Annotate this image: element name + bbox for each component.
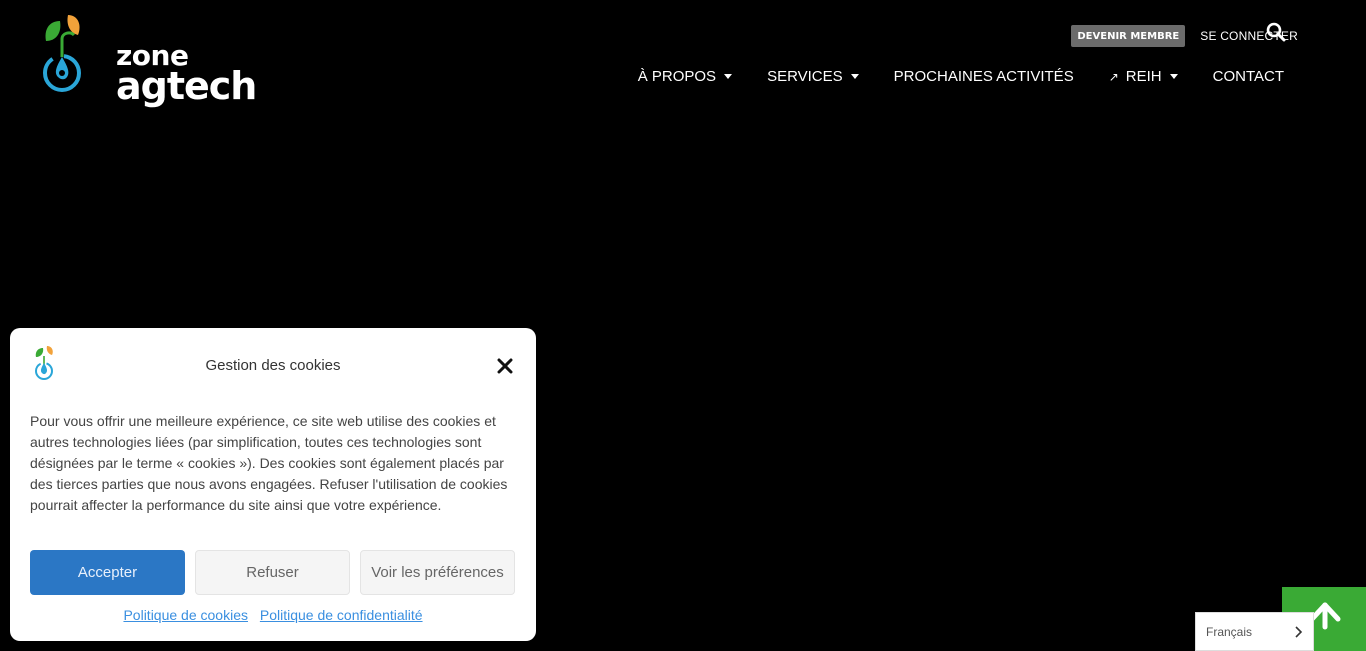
cookie-actions: Accepter Refuser Voir les préférences <box>30 550 515 595</box>
cookie-policy-link[interactable]: Politique de cookies <box>123 607 248 623</box>
logo-line2: agtech <box>116 63 257 108</box>
nav-label: PROCHAINES ACTIVITÉS <box>893 68 1074 85</box>
chevron-right-icon <box>1295 626 1303 638</box>
nav-item-a-propos[interactable]: À PROPOS <box>637 68 733 85</box>
close-icon[interactable] <box>496 357 516 377</box>
refuse-button[interactable]: Refuser <box>195 550 350 595</box>
sprout-drop-icon <box>43 15 81 92</box>
nav-label: À PROPOS <box>637 68 717 85</box>
nav-item-prochaines-activites[interactable]: PROCHAINES ACTIVITÉS <box>894 68 1074 85</box>
search-icon[interactable] <box>1266 22 1288 44</box>
nav-label: CONTACT <box>1212 68 1284 85</box>
language-label: Français <box>1206 624 1253 639</box>
logo-wordmark: zone agtech <box>116 42 257 108</box>
cookie-policy-links: Politique de cookies Politique de confid… <box>10 607 536 623</box>
privacy-policy-link[interactable]: Politique de confidentialité <box>260 607 423 623</box>
external-link-icon: ↗ <box>1108 69 1119 84</box>
cookie-message: Pour vous offrir une meilleure expérienc… <box>30 413 508 513</box>
nav-item-reih[interactable]: ↗ REIH <box>1109 68 1178 85</box>
cookie-dialog-title: Gestion des cookies <box>205 357 341 374</box>
accept-button[interactable]: Accepter <box>30 550 185 595</box>
caret-down-icon <box>850 74 859 79</box>
language-selector[interactable]: Français <box>1195 612 1314 651</box>
utility-bar: DEVENIR MEMBRE SE CONNECTER <box>1071 25 1298 47</box>
nav-item-contact[interactable]: CONTACT <box>1213 68 1284 85</box>
become-member-button[interactable]: DEVENIR MEMBRE <box>1071 25 1186 47</box>
caret-down-icon <box>724 74 733 79</box>
preferences-button[interactable]: Voir les préférences <box>360 550 515 595</box>
cookie-dialog: Gestion des cookies Pour vous offrir une… <box>10 328 536 641</box>
site-logo[interactable]: zone agtech <box>40 13 257 105</box>
main-nav: À PROPOS SERVICES PROCHAINES ACTIVITÉS ↗… <box>638 68 1284 85</box>
nav-label: REIH <box>1125 68 1162 85</box>
nav-item-services[interactable]: SERVICES <box>767 68 859 85</box>
nav-label: SERVICES <box>767 68 843 85</box>
caret-down-icon <box>1169 74 1178 79</box>
